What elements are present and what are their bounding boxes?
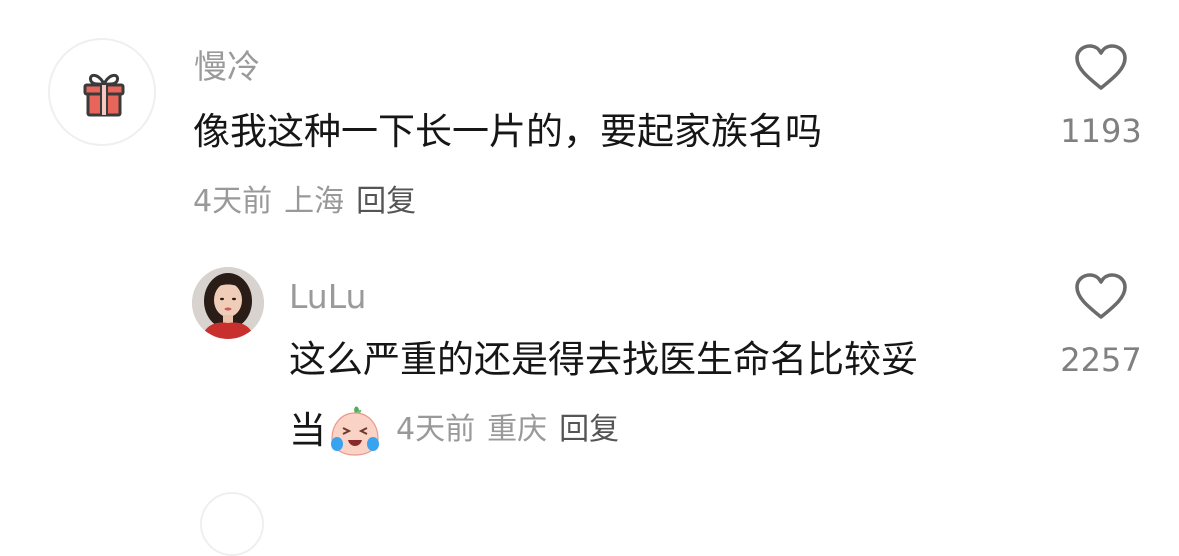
comment-time: 4天前: [193, 184, 273, 219]
user-photo: [192, 267, 264, 339]
reply-text-line2[interactable]: 当: [289, 404, 382, 458]
reply-text-line1[interactable]: 这么严重的还是得去找医生命名比较妥: [289, 337, 918, 383]
comment-item: LuLu 这么严重的还是得去找医生命名比较妥 当 4天前 重庆 回复 2257: [0, 240, 1179, 470]
comment-text[interactable]: 像我这种一下长一片的，要起家族名吗: [193, 109, 822, 155]
comment-username[interactable]: 慢冷: [194, 47, 260, 87]
like-count: 2257: [1060, 341, 1142, 379]
reply-location: 重庆: [487, 412, 548, 447]
like-count: 1193: [1060, 112, 1142, 150]
reply-text-line2-text: 当: [289, 409, 326, 452]
comment-item: 慢冷 像我这种一下长一片的，要起家族名吗 4天前 上海 回复 1193: [0, 0, 1179, 240]
heart-outline-icon[interactable]: [1074, 273, 1128, 321]
comment-location: 上海: [284, 184, 345, 219]
comment-meta: 4天前 上海 回复: [193, 182, 416, 222]
reply-time: 4天前: [396, 412, 476, 447]
reply-button[interactable]: 回复: [356, 182, 416, 222]
avatar[interactable]: [192, 267, 264, 339]
gift-icon: [83, 73, 125, 117]
reply-username[interactable]: LuLu: [289, 277, 366, 317]
heart-outline-icon[interactable]: [1074, 44, 1128, 92]
crying-laughing-peach-icon: [331, 406, 379, 456]
reply-meta: 4天前 重庆 回复: [396, 410, 619, 450]
reply-button[interactable]: 回复: [559, 410, 619, 450]
avatar[interactable]: [48, 38, 156, 146]
